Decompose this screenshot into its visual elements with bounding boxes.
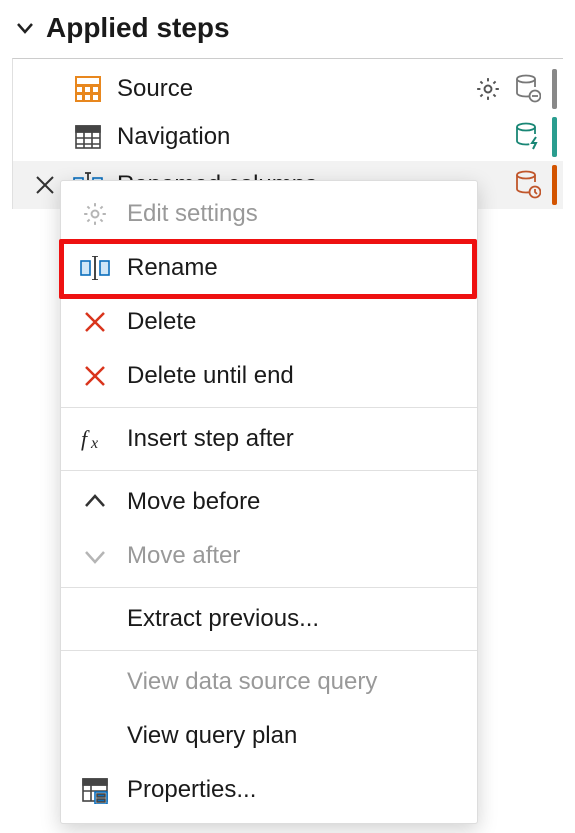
database-bolt-icon — [512, 121, 544, 153]
status-bar-teal — [552, 117, 557, 157]
menu-move-after: Move after — [61, 529, 477, 583]
fx-icon: f x — [79, 423, 111, 455]
menu-view-query-plan[interactable]: View query plan — [61, 709, 477, 763]
menu-label: View query plan — [127, 722, 297, 750]
gear-icon — [79, 198, 111, 230]
menu-edit-settings: Edit settings — [61, 187, 477, 241]
menu-label: Move before — [127, 488, 260, 516]
svg-text:f: f — [81, 426, 90, 451]
x-icon — [79, 306, 111, 338]
chevron-up-icon — [79, 486, 111, 518]
status-bar-orange — [552, 165, 557, 205]
menu-label: Rename — [127, 254, 218, 282]
menu-label: Delete until end — [127, 362, 294, 390]
status-bar-gray — [552, 69, 557, 109]
step-label: Navigation — [117, 123, 498, 151]
gear-icon[interactable] — [472, 73, 504, 105]
menu-insert-step-after[interactable]: f x Insert step after — [61, 412, 477, 466]
blank-icon — [79, 603, 111, 635]
menu-label: Insert step after — [127, 425, 294, 453]
step-label: Source — [117, 75, 458, 103]
chevron-down-icon — [14, 17, 36, 39]
menu-label: Properties... — [127, 776, 256, 804]
database-minus-icon — [512, 73, 544, 105]
menu-label: Move after — [127, 542, 240, 570]
menu-delete-until-end[interactable]: Delete until end — [61, 349, 477, 403]
menu-move-before[interactable]: Move before — [61, 475, 477, 529]
applied-steps-header[interactable]: Applied steps — [12, 8, 563, 58]
menu-separator — [61, 587, 477, 588]
menu-separator — [61, 407, 477, 408]
step-row-source[interactable]: Source — [13, 65, 563, 113]
menu-rename[interactable]: Rename — [61, 241, 477, 295]
svg-text:x: x — [90, 435, 98, 452]
panel-title: Applied steps — [46, 12, 230, 44]
properties-icon — [79, 774, 111, 806]
menu-delete[interactable]: Delete — [61, 295, 477, 349]
menu-label: View data source query — [127, 668, 377, 696]
source-icon — [73, 74, 103, 104]
menu-view-data-source-query: View data source query — [61, 655, 477, 709]
menu-label: Edit settings — [127, 200, 258, 228]
menu-separator — [61, 470, 477, 471]
context-menu: Edit settings Rename Delete Delete until… — [60, 180, 478, 824]
table-icon — [73, 122, 103, 152]
database-clock-icon — [512, 169, 544, 201]
menu-label: Delete — [127, 308, 196, 336]
step-row-navigation[interactable]: Navigation — [13, 113, 563, 161]
blank-icon — [79, 720, 111, 752]
menu-separator — [61, 650, 477, 651]
x-icon — [79, 360, 111, 392]
chevron-down-icon — [79, 540, 111, 572]
menu-properties[interactable]: Properties... — [61, 763, 477, 817]
menu-extract-previous[interactable]: Extract previous... — [61, 592, 477, 646]
menu-label: Extract previous... — [127, 605, 319, 633]
blank-icon — [79, 666, 111, 698]
rename-icon — [79, 252, 111, 284]
delete-step-x-icon[interactable] — [31, 174, 59, 196]
